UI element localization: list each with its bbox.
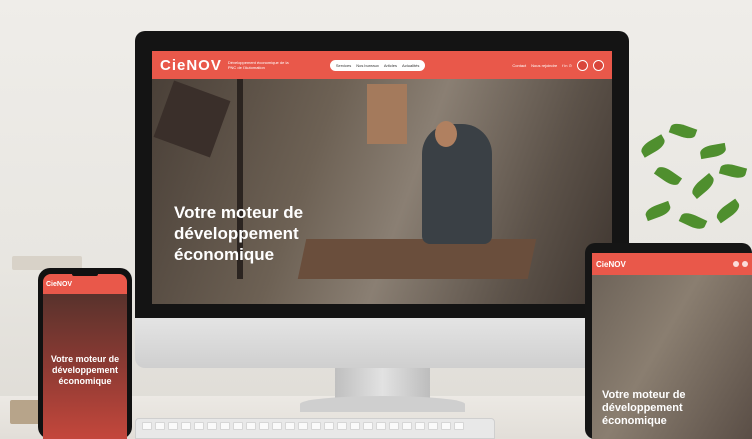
hero-person [422,124,492,244]
search-icon[interactable] [577,59,588,71]
phone-hero-title: Votre moteur de développement économique [50,354,120,386]
phone-screen: CieNOV Votre moteur de développement éco… [43,274,127,439]
menu-icon[interactable] [593,59,604,71]
desktop-navbar: CieNOV Développement économique de la PN… [152,51,612,79]
social-icons[interactable]: f in ⊙ [562,63,572,68]
keyboard-keys [142,422,464,430]
desktop-screen: CieNOV Développement économique de la PN… [152,51,612,304]
nav-join-link[interactable]: Nous rejoindre [531,63,557,68]
phone-notch [72,272,98,276]
plant [630,120,752,250]
hero-wall-shelf [367,84,407,144]
tablet-menu-icon[interactable] [742,261,748,267]
desktop-tagline: Développement économique de la PNC de l'… [227,60,289,70]
tablet-nav-icons [733,261,748,267]
tablet-logo[interactable]: CieNOV [596,260,626,269]
nav-item-actualites[interactable]: Actualités [402,63,419,68]
desktop-nav-right: Contact Nous rejoindre f in ⊙ [512,59,604,71]
desktop-hero-title: Votre moteur de développement économique [174,203,304,264]
tablet-screen: CieNOV Votre moteur de développement éco… [592,253,752,439]
tablet-search-icon[interactable] [733,261,739,267]
desktop-hero: Votre moteur de développement économique [152,79,612,304]
monitor-chin [135,318,629,368]
nav-item-bureaux[interactable]: Nos bureaux [356,63,379,68]
tablet-hero-title: Votre moteur de développement économique [602,389,686,427]
nav-item-articles[interactable]: Articles [384,63,397,68]
hero-person-head [435,121,457,147]
desktop-logo[interactable]: CieNOV [160,57,222,74]
phone-logo[interactable]: CieNOV [46,281,72,288]
nav-contact-link[interactable]: Contact [512,63,526,68]
tablet-navbar: CieNOV [592,253,752,275]
hero-star-decor [153,80,231,158]
nav-item-services[interactable]: Services [336,63,351,68]
phone-navbar: CieNOV [43,274,127,294]
desktop-nav-menu: Services Nos bureaux Articles Actualités [329,59,426,71]
monitor-foot [300,396,465,412]
